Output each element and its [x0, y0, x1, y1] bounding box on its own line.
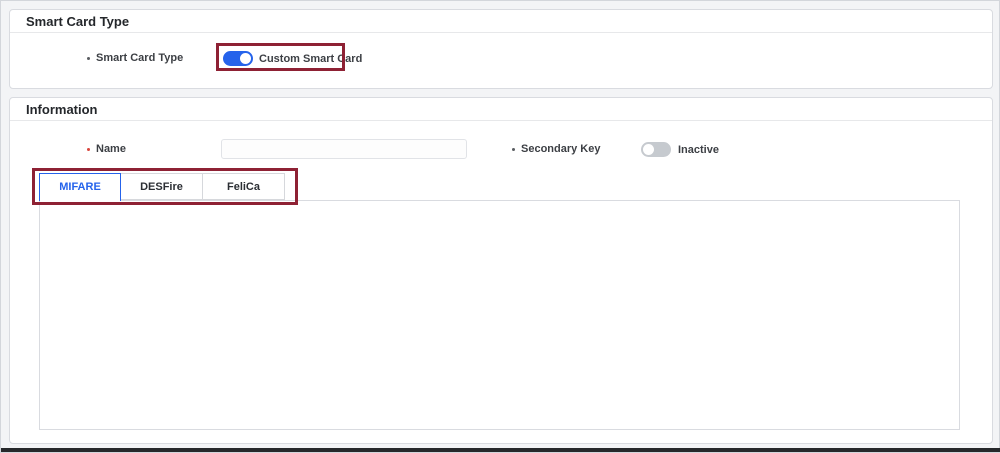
tab-felica[interactable]: FeliCa	[203, 173, 285, 200]
toggle-knob	[240, 53, 251, 64]
tab-desfire[interactable]: DESFire	[121, 173, 203, 200]
bottom-edge-bar	[1, 448, 1000, 452]
tab-mifare[interactable]: MIFARE	[39, 173, 121, 201]
bullet-icon	[512, 148, 515, 151]
secondary-key-top-state: Inactive	[678, 144, 719, 156]
page: Smart Card Type Smart Card Type Custom S…	[0, 0, 1000, 453]
smart-card-type-panel-title: Smart Card Type	[10, 10, 992, 33]
secondary-key-top-toggle[interactable]	[641, 142, 671, 157]
name-label: Name	[87, 142, 126, 156]
smart-card-type-toggle-label: Custom Smart Card	[259, 53, 362, 65]
card-type-tabs: MIFARE DESFire FeliCa	[39, 173, 285, 201]
smart-card-type-label: Smart Card Type	[87, 51, 183, 65]
bullet-icon	[87, 57, 90, 60]
required-bullet-icon	[87, 148, 90, 151]
toggle-knob	[643, 144, 654, 155]
smart-card-type-panel: Smart Card Type	[9, 9, 993, 89]
information-panel-title: Information	[10, 98, 992, 121]
mifare-tab-content	[39, 200, 960, 430]
name-input[interactable]	[221, 139, 467, 159]
secondary-key-top-label: Secondary Key	[512, 142, 600, 156]
smart-card-type-toggle[interactable]	[223, 51, 253, 66]
